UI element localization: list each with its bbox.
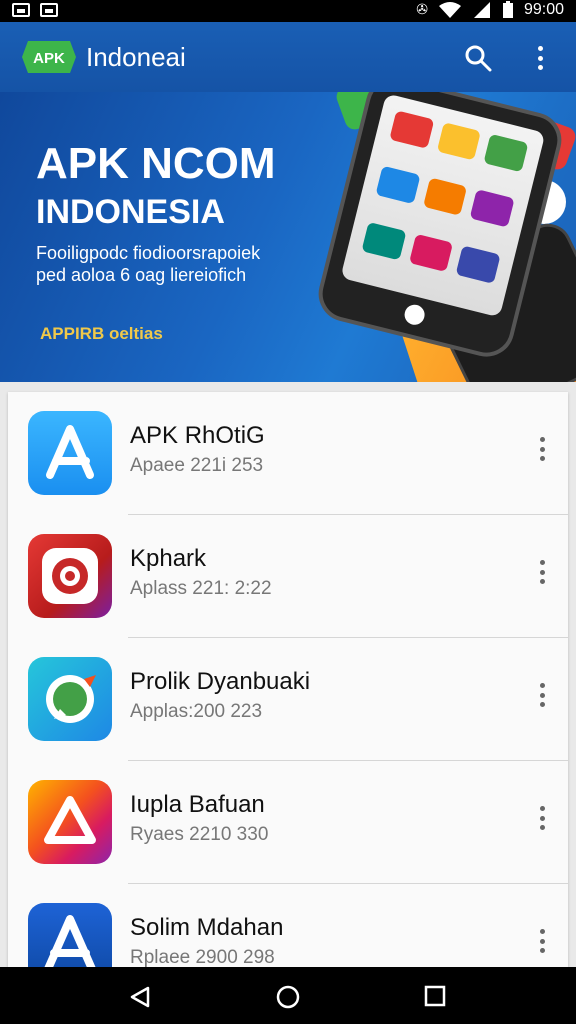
logo-text: APK — [33, 50, 65, 67]
app-title: Indoneai — [86, 42, 186, 72]
more-vert-icon[interactable] — [532, 680, 552, 710]
back-triangle-icon[interactable] — [128, 985, 152, 1009]
wifi-icon — [438, 2, 461, 18]
hero-description: Fooiligpodc fiodioorsrapoiek ped aoloa 6… — [36, 242, 336, 286]
search-icon[interactable] — [464, 44, 492, 72]
app-name: Kphark — [130, 545, 207, 572]
hero-description-line: ped aoloa 6 oag liereiofich — [36, 265, 247, 285]
list-item[interactable]: Iupla Bafuan Ryaes 2210 330 — [8, 761, 568, 884]
hero-title: APK NCOM — [36, 139, 276, 188]
signal-icon — [473, 2, 490, 18]
hero-subtitle-large: INDONESIA — [36, 193, 225, 231]
app-meta: Applas:200 223 — [130, 701, 263, 722]
app-list: APK RhOtiG Apaee 221i 253 Kphark Aplass … — [8, 392, 568, 967]
appstore-a-icon — [28, 903, 112, 967]
hero-description-line: Fooiligpodc fiodioorsrapoiek — [36, 243, 261, 263]
chat-bubble-icon — [28, 657, 112, 741]
hero-badge: APPIRB oeltias — [40, 324, 163, 343]
image-icon — [40, 3, 58, 17]
image-icon — [12, 3, 30, 17]
list-item[interactable]: Solim Mdahan Rplaee 2900 298 — [8, 884, 568, 967]
list-item[interactable]: Kphark Aplass 221: 2:22 — [8, 515, 568, 638]
status-time: 99:00 — [523, 1, 564, 18]
app-name: Solim Mdahan — [130, 914, 284, 941]
system-nav-bar — [0, 967, 576, 1024]
vibrate-icon: ✇ — [416, 2, 428, 18]
app-meta: Ryaes 2210 330 — [130, 824, 269, 845]
app-meta: Apaee 221i 253 — [130, 455, 264, 476]
recents-square-icon[interactable] — [424, 985, 446, 1007]
apk-logo: APK — [22, 41, 76, 73]
more-vert-icon[interactable] — [532, 926, 552, 956]
appstore-a-icon — [28, 411, 112, 495]
more-vert-icon[interactable] — [532, 557, 552, 587]
more-vert-icon[interactable] — [532, 803, 552, 833]
hero-banner[interactable]: APK NCOM INDONESIA Fooiligpodc fiodioors… — [0, 92, 576, 382]
app-name: APK RhOtiG — [130, 422, 265, 449]
more-vert-icon[interactable] — [530, 44, 550, 72]
home-circle-icon[interactable] — [276, 985, 300, 1009]
app-name: Iupla Bafuan — [130, 791, 265, 818]
list-item[interactable]: APK RhOtiG Apaee 221i 253 — [8, 392, 568, 515]
triangle-icon — [28, 780, 112, 864]
more-vert-icon[interactable] — [532, 434, 552, 464]
app-bar: APK Indoneai — [0, 22, 576, 92]
camera-ring-icon — [28, 534, 112, 618]
app-meta: Aplass 221: 2:22 — [130, 578, 272, 599]
app-name: Prolik Dyanbuaki — [130, 668, 311, 695]
app-meta: Rplaee 2900 298 — [130, 947, 275, 967]
list-item[interactable]: Prolik Dyanbuaki Applas:200 223 — [8, 638, 568, 761]
battery-icon — [502, 1, 513, 18]
status-bar: ✇ 99:00 — [0, 0, 576, 22]
